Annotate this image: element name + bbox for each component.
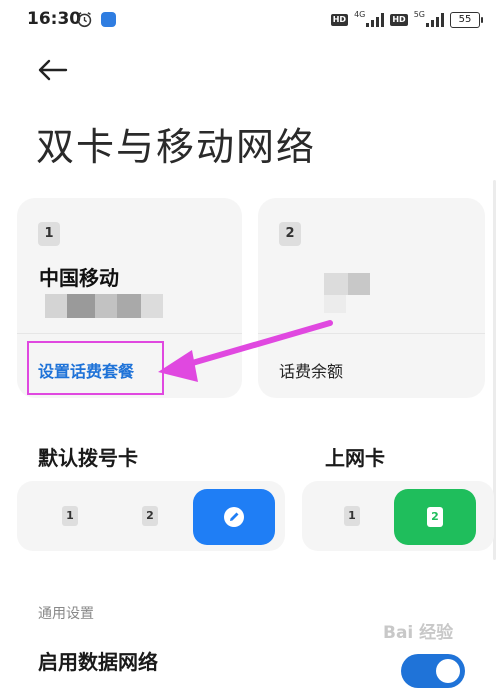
default-dial-heading: 默认拨号卡 — [38, 446, 138, 470]
enable-data-label: 启用数据网络 — [38, 650, 158, 674]
sim-slot-badge: 2 — [279, 222, 301, 246]
card-divider — [17, 333, 242, 334]
signal-strength-icon — [366, 13, 385, 27]
data-sim-heading: 上网卡 — [325, 446, 385, 470]
signal-strength-icon — [426, 13, 444, 27]
set-plan-link[interactable]: 设置话费套餐 — [38, 358, 134, 382]
carrier-name: 中国移动 — [39, 266, 119, 290]
dial-sim-option-ask[interactable] — [193, 489, 275, 545]
status-time: 16:30 — [27, 9, 82, 29]
card-divider — [258, 333, 485, 334]
balance-link[interactable]: 话费余额 — [279, 358, 343, 382]
hd-badge: HD — [390, 14, 408, 26]
arrow-left-icon — [38, 59, 68, 81]
network-type-label: 4G — [354, 9, 366, 19]
network-type-label: 5G — [413, 9, 425, 19]
status-indicators: HD 4G HD 5G 55 — [330, 9, 483, 30]
masked-carrier-info — [324, 273, 370, 313]
sim-1-icon: 1 — [344, 506, 360, 526]
general-settings-label: 通用设置 — [38, 606, 94, 622]
page-title: 双卡与移动网络 — [36, 125, 317, 169]
data-sim-option-2[interactable]: 2 — [394, 489, 476, 545]
alarm-clock-icon — [77, 12, 92, 28]
sim-2-icon: 2 — [142, 506, 158, 526]
hd-badge: HD — [330, 14, 349, 26]
masked-phone-number — [45, 294, 163, 318]
watermark: Bai 经验 — [383, 623, 454, 643]
app-notification-icon — [101, 12, 116, 27]
default-dial-selector: 1 2 — [17, 481, 285, 551]
sim-card-1[interactable]: 1 中国移动 设置话费套餐 — [17, 198, 242, 398]
data-sim-selector: 1 2 — [302, 481, 494, 551]
edit-pen-icon — [224, 507, 244, 527]
back-button[interactable] — [36, 56, 72, 84]
data-sim-option-1[interactable]: 1 — [337, 501, 367, 531]
dial-sim-option-1[interactable]: 1 — [55, 501, 85, 531]
status-bar: 16:30 HD 4G HD 5G 55 — [0, 0, 500, 38]
sim-2-icon: 2 — [427, 507, 443, 527]
dial-sim-option-2[interactable]: 2 — [135, 501, 165, 531]
sim-card-2[interactable]: 2 话费余额 — [258, 198, 485, 398]
sim-1-icon: 1 — [62, 506, 78, 526]
enable-data-toggle[interactable] — [401, 654, 465, 688]
battery-icon: 55 — [450, 12, 483, 28]
sim-slot-badge: 1 — [38, 222, 60, 246]
